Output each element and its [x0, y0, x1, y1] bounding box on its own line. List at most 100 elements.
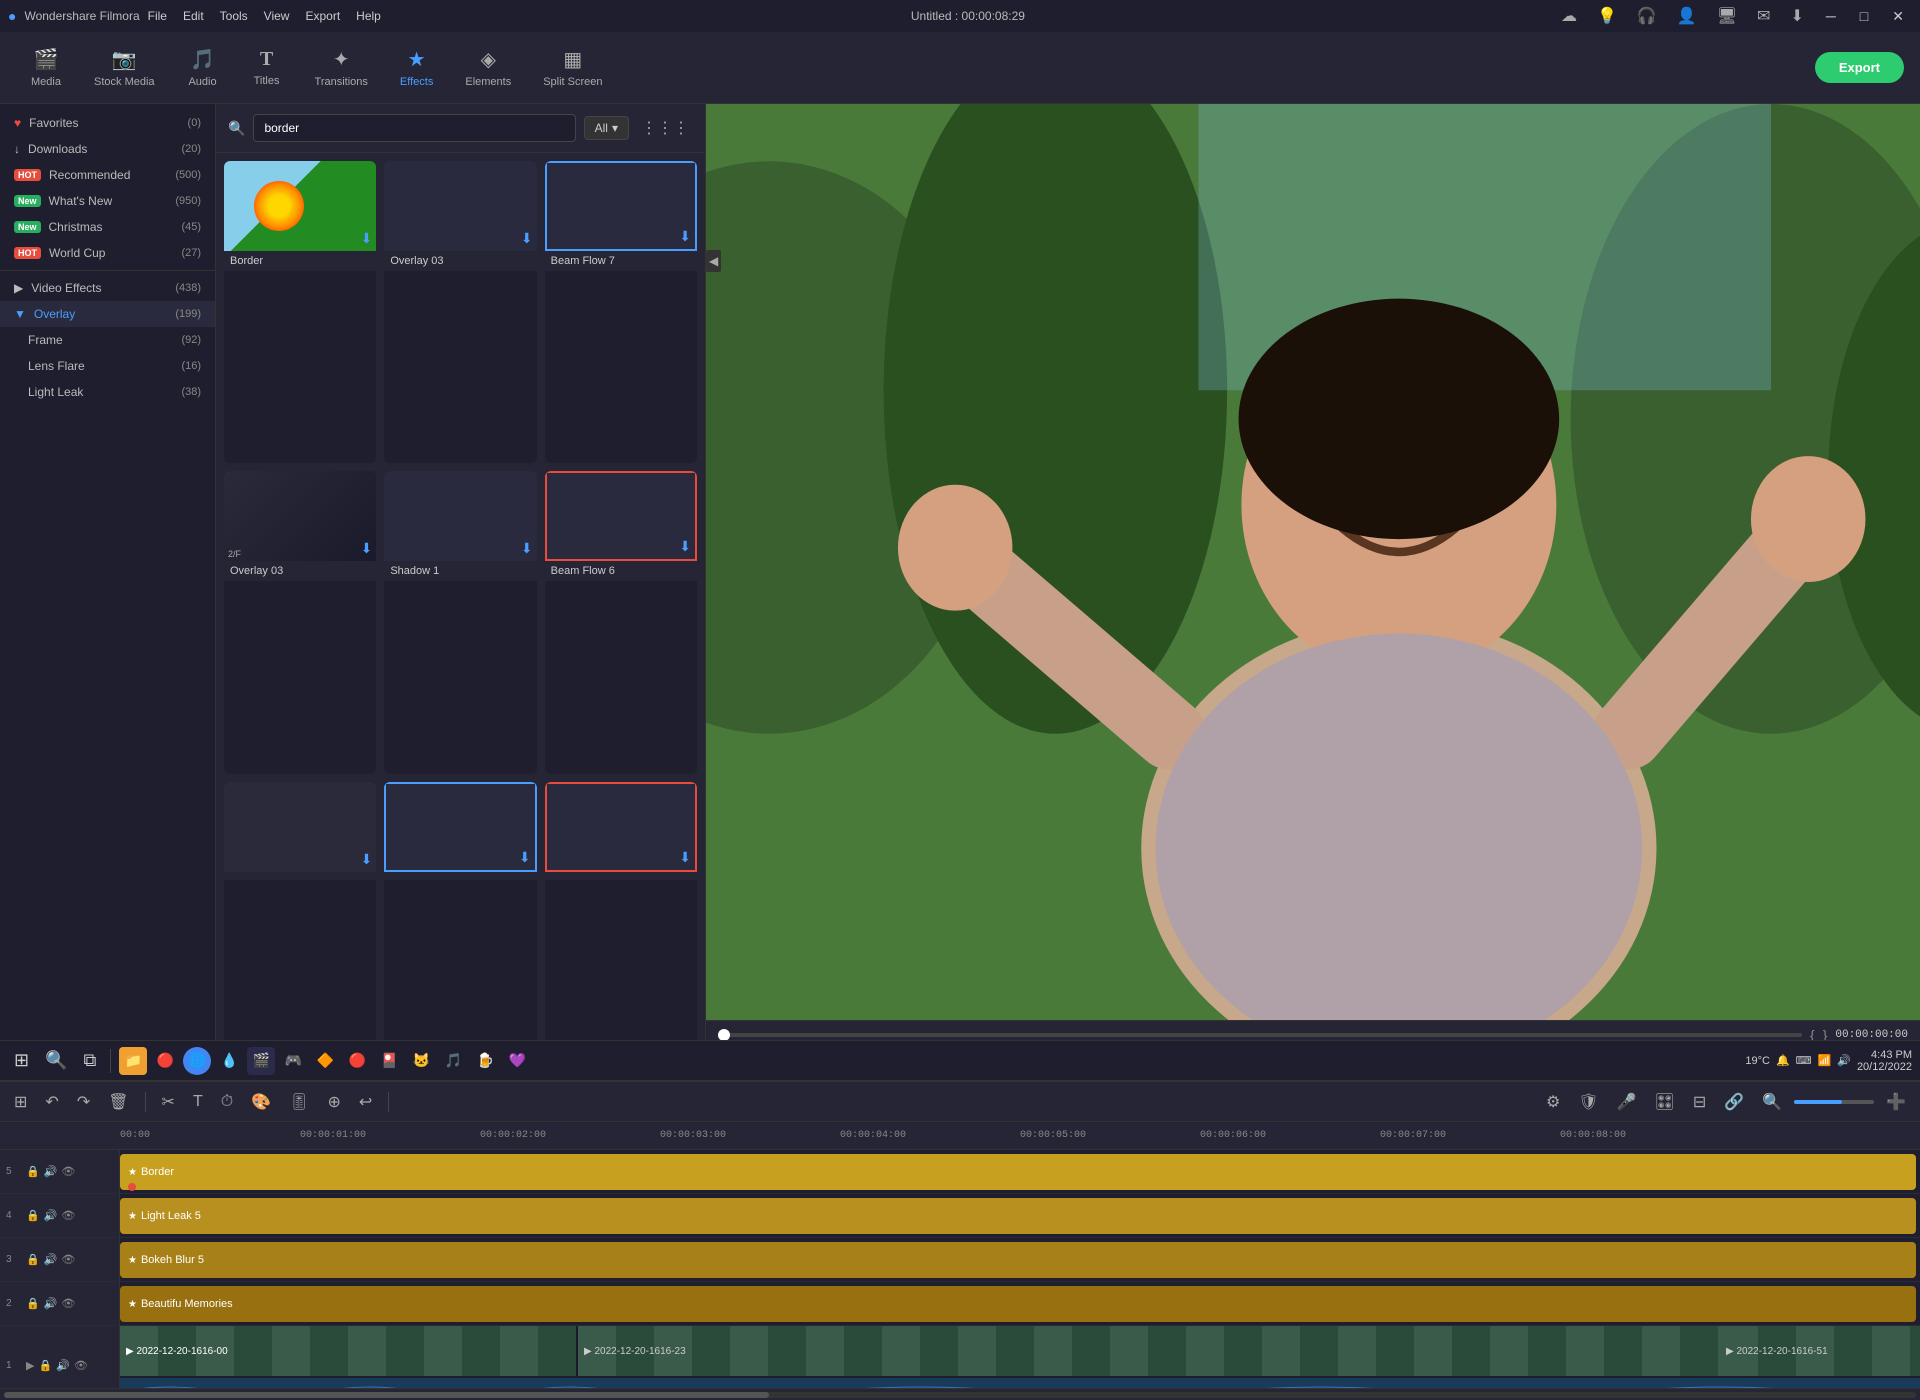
menu-help[interactable]: Help [356, 9, 381, 23]
toolbar-media[interactable]: 🎬 Media [16, 41, 76, 94]
shield-icon[interactable]: 🛡 [1572, 1090, 1604, 1114]
sidebar-item-frame[interactable]: Frame (92) [0, 327, 215, 353]
delete-icon[interactable]: 🗑 [102, 1090, 134, 1114]
effect-card-beam6[interactable]: ⬇ Beam Flow 6 [545, 471, 697, 773]
taskbar-app-6[interactable]: 🎮 [279, 1047, 307, 1075]
scrollbar-track[interactable] [4, 1392, 1916, 1398]
reverse-icon[interactable]: ↩ [353, 1090, 378, 1114]
cut-icon[interactable]: ✂ [156, 1090, 181, 1114]
track-lock-4[interactable]: 🔒 [26, 1209, 40, 1222]
toolbar-elements[interactable]: ◈ Elements [451, 41, 525, 94]
sidebar-item-video-effects[interactable]: ▶ Video Effects (438) [0, 275, 215, 301]
sidebar-item-world-cup[interactable]: HOT World Cup (27) [0, 240, 215, 266]
toolbar-effects[interactable]: ★ Effects [386, 41, 447, 94]
taskbar-app-9[interactable]: 🎴 [375, 1047, 403, 1075]
track-eye-2[interactable]: 👁 [61, 1297, 75, 1310]
track-expand-1[interactable]: ▶ [26, 1359, 34, 1372]
headset-icon[interactable]: 🎧 [1631, 4, 1663, 28]
export-button[interactable]: Export [1815, 52, 1904, 83]
taskbar-filmora[interactable]: 🎬 [247, 1047, 275, 1075]
filter-dropdown[interactable]: All ▾ [584, 116, 629, 140]
menu-export[interactable]: Export [305, 9, 340, 23]
menu-file[interactable]: File [148, 9, 167, 23]
zoom-out-icon[interactable]: 🔍 [1756, 1090, 1788, 1114]
user-icon[interactable]: 👤 [1671, 4, 1703, 28]
track-eye-4[interactable]: 👁 [61, 1209, 75, 1222]
track-body-3[interactable]: ★ Bokeh Blur 5 [120, 1238, 1920, 1281]
sidebar-item-christmas[interactable]: New Christmas (45) [0, 214, 215, 240]
effect-card-shadow1[interactable]: ⬇ Shadow 1 [384, 471, 536, 773]
snap-icon[interactable]: ⊟ [1687, 1090, 1712, 1114]
sidebar-item-light-leak[interactable]: Light Leak (38) [0, 379, 215, 405]
undo-icon[interactable]: ↶ [39, 1090, 64, 1114]
track-link-3[interactable]: 🔊 [44, 1253, 58, 1266]
audio-mix-icon[interactable]: 🎚 [283, 1090, 315, 1114]
task-view-button[interactable]: ⧉ [78, 1048, 103, 1073]
track-eye-5[interactable]: 👁 [61, 1165, 75, 1178]
mic-icon[interactable]: 🎤 [1611, 1090, 1643, 1114]
track-lock-1[interactable]: 🔒 [38, 1359, 52, 1372]
redo-icon[interactable]: ↷ [71, 1090, 96, 1114]
close-button[interactable]: ✕ [1884, 6, 1912, 27]
scene-detect-icon[interactable]: ⊞ [8, 1090, 33, 1114]
monitor-icon[interactable]: 🖥 [1711, 4, 1743, 28]
track-link-5[interactable]: 🔊 [44, 1165, 58, 1178]
keyframe-icon[interactable]: ⏱ [215, 1091, 239, 1113]
toolbar-stock-media[interactable]: 📷 Stock Media [80, 41, 169, 94]
taskbar-app-2[interactable]: 🔴 [151, 1047, 179, 1075]
text-icon[interactable]: T [187, 1091, 209, 1113]
sidebar-item-downloads[interactable]: ↓ Downloads (20) [0, 136, 215, 162]
toolbar-transitions[interactable]: ✦ Transitions [301, 41, 382, 94]
track-link-1[interactable]: 🔊 [56, 1359, 70, 1372]
maximize-button[interactable]: □ [1852, 6, 1876, 26]
cloud-icon[interactable]: ☁ [1555, 4, 1583, 28]
track-body-2[interactable]: ★ Beautifu Memories [120, 1282, 1920, 1325]
sidebar-item-lens-flare[interactable]: Lens Flare (16) [0, 353, 215, 379]
taskbar-app-7[interactable]: 🔶 [311, 1047, 339, 1075]
sidebar-item-favorites[interactable]: ♥ Favorites (0) [0, 110, 215, 136]
taskbar-app-8[interactable]: 🔴 [343, 1047, 371, 1075]
taskbar-chrome[interactable]: 🌐 [183, 1047, 211, 1075]
menu-view[interactable]: View [264, 9, 290, 23]
collapse-panel-button[interactable]: ◀ [706, 250, 721, 272]
scrollbar-thumb[interactable] [4, 1392, 769, 1398]
download-icon[interactable]: ⬇ [1784, 4, 1809, 28]
start-button[interactable]: ⊞ [8, 1048, 35, 1073]
taskbar-app-10[interactable]: 🐱 [407, 1047, 435, 1075]
effect-card-beam7[interactable]: ⬇ Beam Flow 7 [545, 161, 697, 463]
track-body-1[interactable]: ▶ 2022-12-20-1616-00 ▶ 2022-12-20-1616-2… [120, 1326, 1920, 1388]
progress-track[interactable] [718, 1033, 1802, 1037]
track-eye-3[interactable]: 👁 [61, 1253, 75, 1266]
video-clip-3[interactable]: ▶ 2022-12-20-1616-51 [1720, 1326, 1920, 1376]
color-icon[interactable]: 🎨 [245, 1090, 277, 1114]
toolbar-titles[interactable]: T Titles [237, 42, 297, 93]
sidebar-item-whats-new[interactable]: New What's New (950) [0, 188, 215, 214]
speed-icon[interactable]: ⊕ [321, 1090, 346, 1114]
menu-edit[interactable]: Edit [183, 9, 204, 23]
search-input[interactable] [253, 114, 575, 142]
search-button[interactable]: 🔍 [39, 1048, 73, 1073]
settings-icon[interactable]: ⚙ [1540, 1090, 1566, 1114]
track-body-4[interactable]: ★ Light Leak 5 [120, 1194, 1920, 1237]
track-lock-2[interactable]: 🔒 [26, 1297, 40, 1310]
effect-card-border[interactable]: ⬇ Border [224, 161, 376, 463]
effect-card-overlay03-1[interactable]: ⬇ Overlay 03 [384, 161, 536, 463]
effect-card-overlay03-2[interactable]: 2/F ⬇ Overlay 03 [224, 471, 376, 773]
taskbar-app-11[interactable]: 🎵 [439, 1047, 467, 1075]
effect-card-item9[interactable]: ⬇ [545, 782, 697, 1072]
toolbar-audio[interactable]: 🎵 Audio [173, 41, 233, 94]
track-clip-bokeh[interactable]: ★ Bokeh Blur 5 [120, 1242, 1916, 1278]
track-lock-3[interactable]: 🔒 [26, 1253, 40, 1266]
video-clip-2[interactable]: ▶ 2022-12-20-1616-23 [578, 1326, 1720, 1376]
effect-card-item8[interactable]: ⬇ [384, 782, 536, 1072]
track-lock-5[interactable]: 🔒 [26, 1165, 40, 1178]
effect-card-item7[interactable]: ⬇ [224, 782, 376, 1072]
taskbar-app-13[interactable]: 💜 [503, 1047, 531, 1075]
mixer-icon[interactable]: 🎛 [1649, 1090, 1681, 1114]
track-clip-border[interactable]: ★ Border [120, 1154, 1916, 1190]
link-icon[interactable]: 🔗 [1718, 1090, 1750, 1114]
mail-icon[interactable]: ✉ [1751, 4, 1776, 28]
zoom-slider[interactable] [1794, 1100, 1874, 1104]
taskbar-explorer[interactable]: 📁 [119, 1047, 147, 1075]
zoom-in-icon[interactable]: ➕ [1880, 1090, 1912, 1114]
